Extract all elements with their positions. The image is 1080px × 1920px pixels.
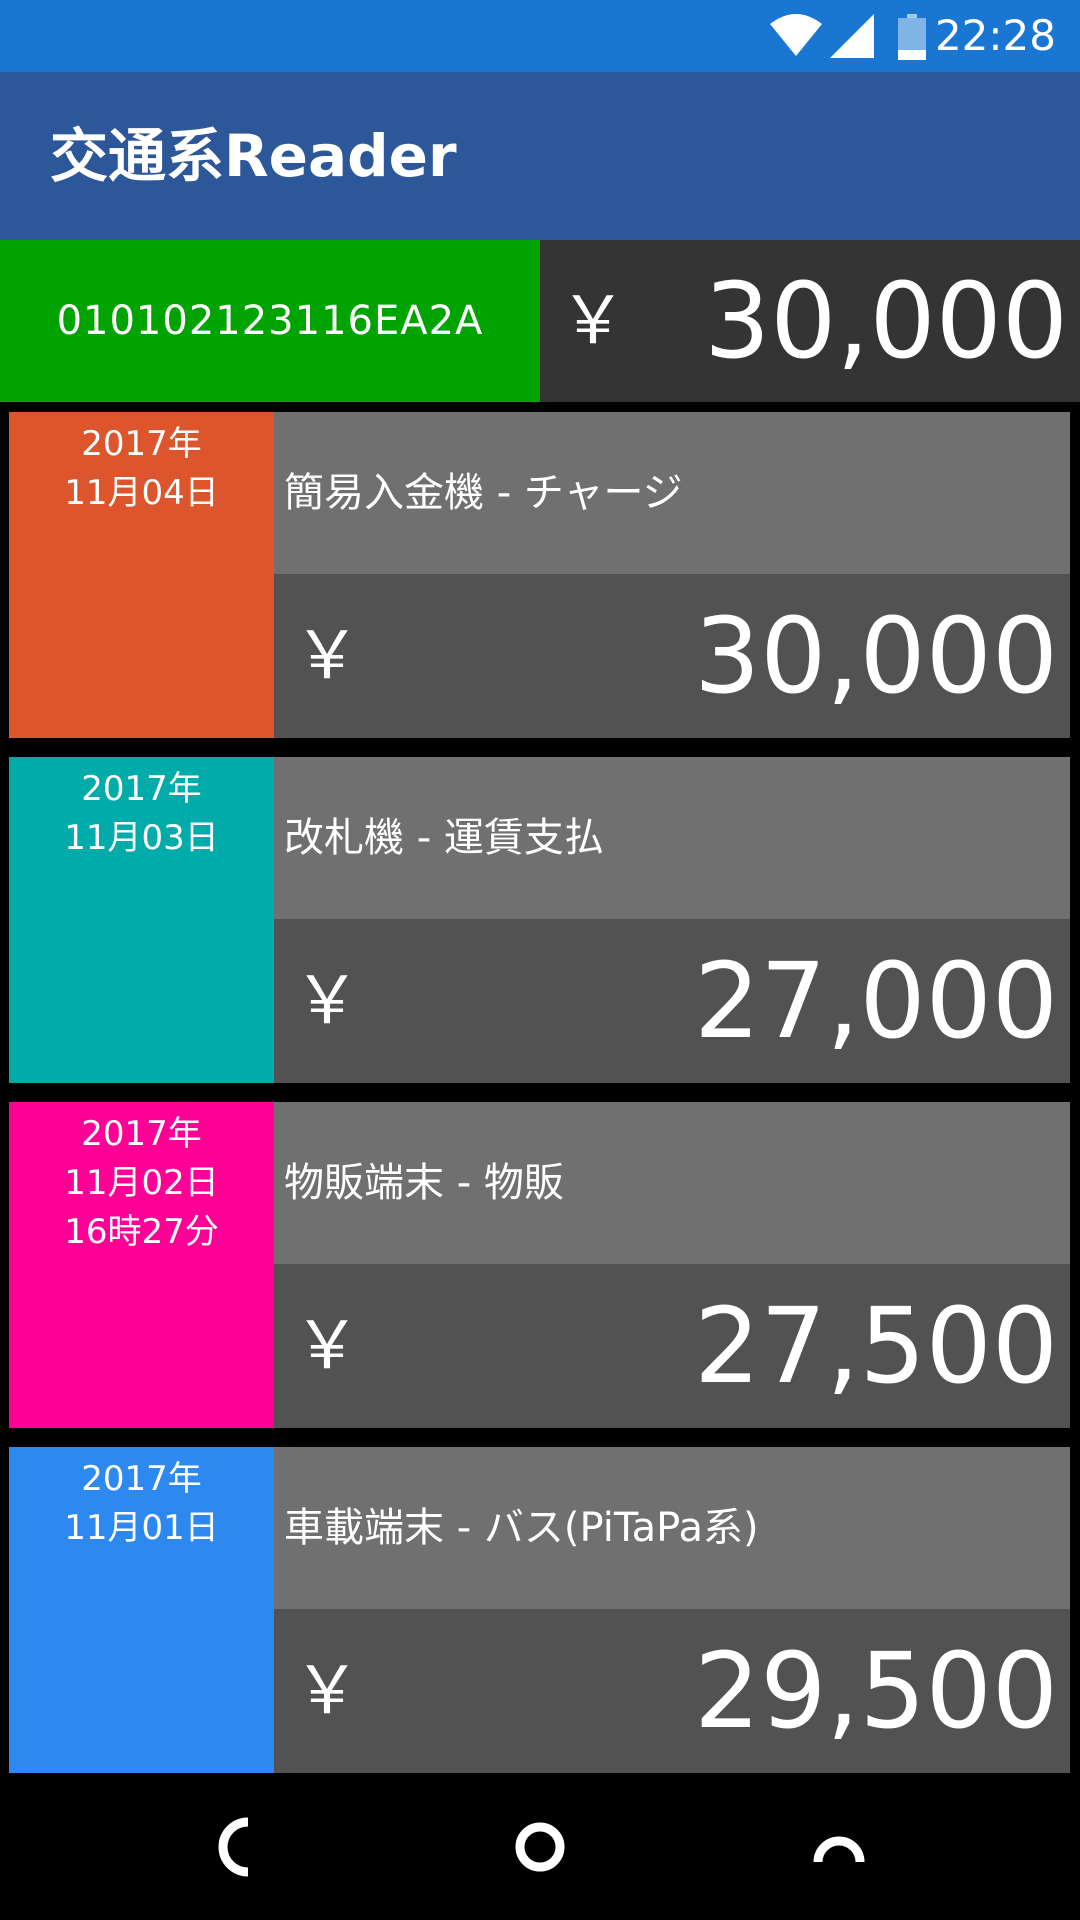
recents-icon	[813, 1836, 865, 1863]
entry-date: 2017年 11月01日	[9, 1447, 274, 1773]
home-button[interactable]	[495, 1802, 585, 1892]
entry-description: 物販端末 - 物販	[284, 1160, 564, 1206]
card-balance: ￥ 30,000	[540, 240, 1080, 402]
app-bar: 交通系Reader	[0, 72, 1080, 240]
date-year: 2017年	[81, 769, 202, 809]
recents-button[interactable]	[794, 1802, 884, 1892]
entry-description-cell: 物販端末 - 物販	[274, 1102, 1070, 1264]
card-id: 010102123116EA2A	[0, 240, 540, 402]
date-year: 2017年	[81, 1114, 202, 1154]
currency-symbol: ￥	[294, 1307, 360, 1384]
balance-amount: 30,000	[704, 260, 1068, 382]
entry-amount: 29,500	[694, 1630, 1058, 1752]
entry-date: 2017年 11月02日 16時27分	[9, 1102, 274, 1428]
date-day: 11月04日	[64, 473, 219, 513]
history-entry[interactable]: 2017年 11月03日 改札機 - 運賃支払 ￥ 27,000	[9, 757, 1070, 1083]
date-day: 11月03日	[64, 818, 219, 858]
entry-date: 2017年 11月03日	[9, 757, 274, 1083]
entry-amount-cell: ￥ 30,000	[274, 574, 1070, 738]
entry-amount-cell: ￥ 27,500	[274, 1264, 1070, 1428]
signal-icon	[830, 14, 874, 62]
date-day: 11月01日	[64, 1508, 219, 1548]
currency-symbol: ￥	[294, 617, 360, 694]
entry-amount: 30,000	[694, 595, 1058, 717]
entry-amount-cell: ￥ 27,000	[274, 919, 1070, 1083]
entry-amount: 27,000	[694, 940, 1058, 1062]
status-bar: 22:28	[0, 0, 1080, 72]
currency-symbol: ￥	[294, 962, 360, 1039]
entry-description: 簡易入金機 - チャージ	[284, 470, 683, 516]
home-icon	[515, 1822, 565, 1872]
history-entry[interactable]: 2017年 11月01日 車載端末 - バス(PiTaPa系) ￥ 29,500	[9, 1447, 1070, 1773]
entry-amount-cell: ￥ 29,500	[274, 1609, 1070, 1773]
wifi-icon	[770, 14, 822, 62]
battery-icon	[898, 14, 926, 64]
date-time: 16時27分	[64, 1212, 219, 1252]
navigation-bar	[0, 1776, 1080, 1920]
entry-description-cell: 簡易入金機 - チャージ	[274, 412, 1070, 574]
entry-amount: 27,500	[694, 1285, 1058, 1407]
date-day: 11月02日	[64, 1163, 219, 1203]
screen: 22:28 交通系Reader 010102123116EA2A ￥ 30,00…	[0, 0, 1080, 1920]
back-icon	[218, 1817, 249, 1877]
date-year: 2017年	[81, 1459, 202, 1499]
entry-description-cell: 車載端末 - バス(PiTaPa系)	[274, 1447, 1070, 1609]
status-time: 22:28	[934, 11, 1056, 60]
card-summary: 010102123116EA2A ￥ 30,000	[0, 240, 1080, 402]
history-entry[interactable]: 2017年 11月02日 16時27分 物販端末 - 物販 ￥ 27,500	[9, 1102, 1070, 1428]
entry-description: 車載端末 - バス(PiTaPa系)	[284, 1505, 759, 1551]
currency-symbol: ￥	[560, 282, 626, 359]
currency-symbol: ￥	[294, 1652, 360, 1729]
entry-date: 2017年 11月04日	[9, 412, 274, 738]
entry-description-cell: 改札機 - 運賃支払	[274, 757, 1070, 919]
back-button[interactable]	[196, 1802, 286, 1892]
entry-description: 改札機 - 運賃支払	[284, 815, 604, 861]
date-year: 2017年	[81, 424, 202, 464]
history-entry[interactable]: 2017年 11月04日 簡易入金機 - チャージ ￥ 30,000	[9, 412, 1070, 738]
app-title: 交通系Reader	[50, 122, 457, 190]
